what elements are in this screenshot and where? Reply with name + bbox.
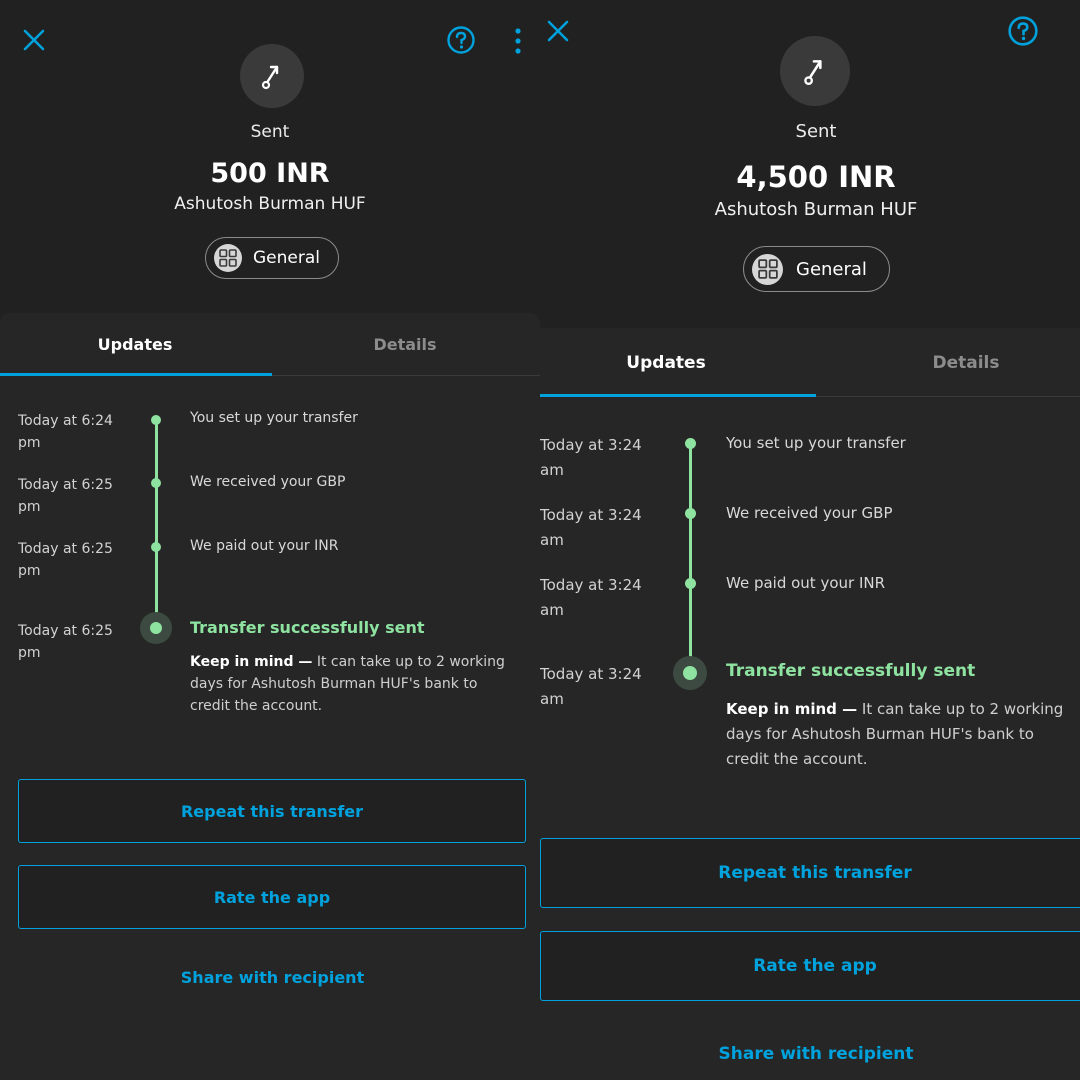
timeline-time: Today at 3:24 am <box>540 506 642 549</box>
timeline-time: Today at 6:25 pm <box>18 477 113 515</box>
timeline-line <box>155 419 158 628</box>
timeline-dot <box>685 578 696 589</box>
category-pill[interactable]: General <box>743 246 890 292</box>
rate-app-button[interactable]: Rate the app <box>540 931 1080 1001</box>
keep-in-mind-note: Keep in mind — It can take up to 2 worki… <box>726 700 1064 768</box>
timeline-line <box>689 443 692 673</box>
timeline-step-text: You set up your transfer <box>726 434 906 452</box>
timeline-time: Today at 3:24 am <box>540 576 642 619</box>
sent-arrow-icon <box>804 60 822 85</box>
timeline-step-text: We paid out your INR <box>726 574 886 592</box>
category-label: General <box>253 248 320 268</box>
timeline-step-text: We received your GBP <box>190 474 346 490</box>
timeline-dot <box>151 542 161 552</box>
more-vertical-icon[interactable] <box>508 27 528 55</box>
category-label: General <box>796 258 867 280</box>
tab-active-indicator <box>540 394 816 397</box>
timeline-time: Today at 6:25 pm <box>18 623 113 661</box>
amount: 4,500 INR <box>736 160 896 194</box>
rate-app-button[interactable]: Rate the app <box>18 865 526 929</box>
transfer-success-text: Transfer successfully sent <box>190 618 425 637</box>
timeline-final-dot <box>683 666 697 680</box>
share-with-recipient-link[interactable]: Share with recipient <box>540 1044 1080 1064</box>
timeline-time: Today at 3:24 am <box>540 665 642 708</box>
amount: 500 INR <box>210 158 330 189</box>
tab-details[interactable]: Details <box>270 335 540 354</box>
status-label: Sent <box>250 122 290 142</box>
close-icon[interactable] <box>22 28 46 52</box>
keep-in-mind-note: Keep in mind — It can take up to 2 worki… <box>190 654 505 714</box>
timeline-final-dot <box>150 622 162 634</box>
timeline-dot <box>151 415 161 425</box>
timeline-dot <box>685 508 696 519</box>
sent-arrow-icon <box>261 65 279 90</box>
recipient-name: Ashutosh Burman HUF <box>174 194 366 214</box>
status-label: Sent <box>795 121 837 142</box>
timeline-dot <box>685 438 696 449</box>
transfer-screen-left: Sent 500 INR Ashutosh Burman HUF General… <box>0 0 540 1080</box>
timeline-step-text: We paid out your INR <box>190 538 339 554</box>
help-icon[interactable] <box>446 25 476 55</box>
close-icon[interactable] <box>546 19 570 43</box>
help-icon[interactable] <box>1007 15 1039 47</box>
repeat-transfer-button[interactable]: Repeat this transfer <box>540 838 1080 908</box>
category-pill[interactable]: General <box>205 237 339 279</box>
tab-updates[interactable]: Updates <box>0 335 270 354</box>
timeline-step-text: We received your GBP <box>726 504 893 522</box>
tab-active-indicator <box>0 373 272 376</box>
timeline-time: Today at 6:24 pm <box>18 413 113 451</box>
tab-details[interactable]: Details <box>816 353 1080 373</box>
timeline-time: Today at 3:24 am <box>540 436 642 479</box>
sent-avatar <box>240 44 304 108</box>
category-grid-icon <box>214 244 242 272</box>
recipient-name: Ashutosh Burman HUF <box>714 199 918 220</box>
tab-updates[interactable]: Updates <box>540 353 792 373</box>
share-with-recipient-link[interactable]: Share with recipient <box>0 968 540 987</box>
transfer-screen-right: Sent 4,500 INR Ashutosh Burman HUF Gener… <box>540 0 1080 1080</box>
repeat-transfer-button[interactable]: Repeat this transfer <box>18 779 526 843</box>
transfer-success-text: Transfer successfully sent <box>726 661 976 681</box>
category-grid-icon <box>752 253 783 285</box>
timeline-step-text: You set up your transfer <box>190 410 358 426</box>
sent-avatar <box>780 36 850 106</box>
timeline-dot <box>151 478 161 488</box>
timeline-time: Today at 6:25 pm <box>18 541 113 579</box>
